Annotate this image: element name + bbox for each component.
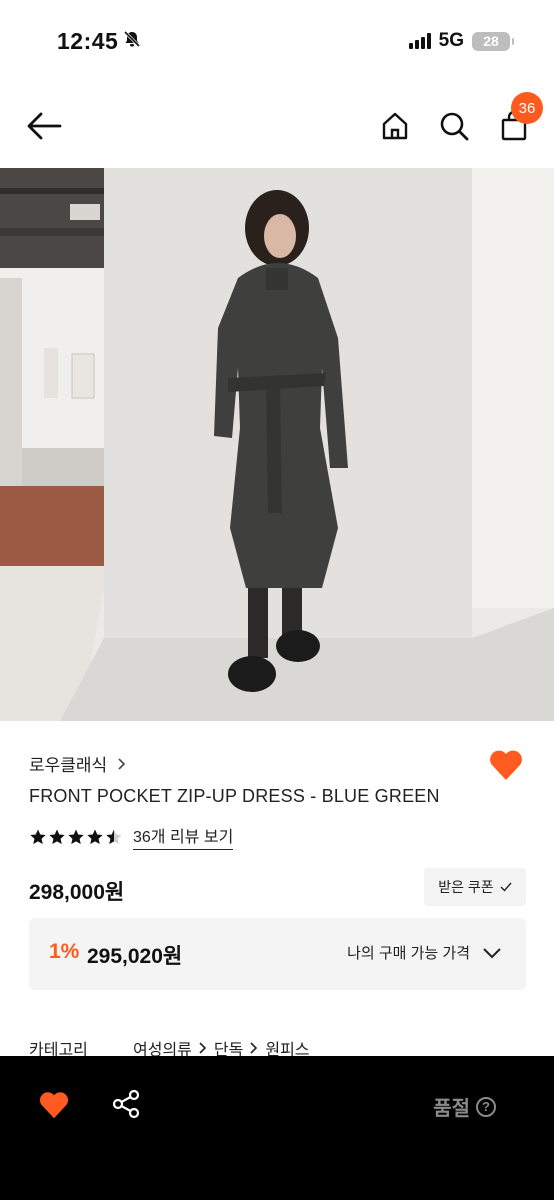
star-full-icon	[49, 829, 65, 844]
share-icon	[112, 1089, 140, 1119]
back-button[interactable]	[26, 108, 62, 144]
cart-count-badge: 36	[511, 92, 543, 124]
chevron-right-icon	[199, 1042, 207, 1054]
bottom-action-bar: 품절 ?	[0, 1056, 554, 1200]
purchase-price-label: 나의 구매 가능 가격	[347, 945, 470, 962]
star-full-icon	[30, 829, 46, 844]
star-rating	[29, 828, 123, 846]
purchase-price-panel[interactable]: 1% 295,020원 나의 구매 가능 가격	[29, 918, 526, 990]
status-bar: 12:45 5G 28	[0, 0, 554, 84]
status-time: 12:45	[57, 28, 142, 55]
brand-name: 로우클래식	[29, 756, 108, 775]
rating-row: 36개 리뷰 보기	[29, 823, 234, 850]
discount-rate: 1%	[49, 940, 80, 963]
heart-icon	[490, 750, 522, 780]
signal-icon	[408, 33, 431, 49]
time-text: 12:45	[57, 28, 119, 54]
brand-link[interactable]: 로우클래식	[29, 751, 127, 776]
home-button[interactable]	[377, 108, 413, 144]
star-half-icon	[106, 829, 122, 844]
wishlist-button[interactable]	[488, 748, 524, 787]
model-photo-illustration	[0, 168, 554, 721]
chevron-right-icon	[118, 757, 126, 770]
product-name: FRONT POCKET ZIP-UP DRESS - BLUE GREEN	[29, 786, 440, 806]
bottom-wishlist-button[interactable]	[38, 1090, 70, 1125]
home-icon	[382, 112, 408, 140]
chevron-right-icon	[250, 1042, 258, 1054]
purchase-price-toggle[interactable]: 나의 구매 가능 가격	[347, 942, 502, 963]
help-icon[interactable]: ?	[476, 1096, 496, 1117]
check-icon	[500, 882, 512, 892]
search-button[interactable]	[436, 108, 472, 144]
network-label: 5G	[438, 30, 464, 51]
arrow-left-icon	[27, 112, 62, 140]
status-indicators: 5G 28	[408, 30, 514, 52]
bell-muted-icon	[122, 28, 142, 55]
product-photo[interactable]	[0, 168, 554, 721]
heart-icon	[39, 1092, 69, 1119]
star-full-icon	[87, 829, 103, 844]
star-full-icon	[68, 829, 84, 844]
discount-price: 295,020원	[87, 945, 183, 968]
chevron-down-icon	[483, 947, 501, 958]
review-link[interactable]: 36개 리뷰 보기	[133, 823, 234, 850]
coupon-label: 받은 쿠폰	[438, 879, 494, 895]
battery-icon: 28	[472, 31, 514, 51]
original-price: 298,000원	[29, 881, 125, 904]
share-button[interactable]	[110, 1088, 142, 1125]
sold-out-status: 품절 ?	[433, 1092, 496, 1121]
sold-out-label: 품절	[433, 1098, 470, 1120]
search-icon	[440, 112, 469, 141]
top-nav	[0, 84, 554, 168]
coupon-button[interactable]: 받은 쿠폰	[424, 868, 526, 906]
